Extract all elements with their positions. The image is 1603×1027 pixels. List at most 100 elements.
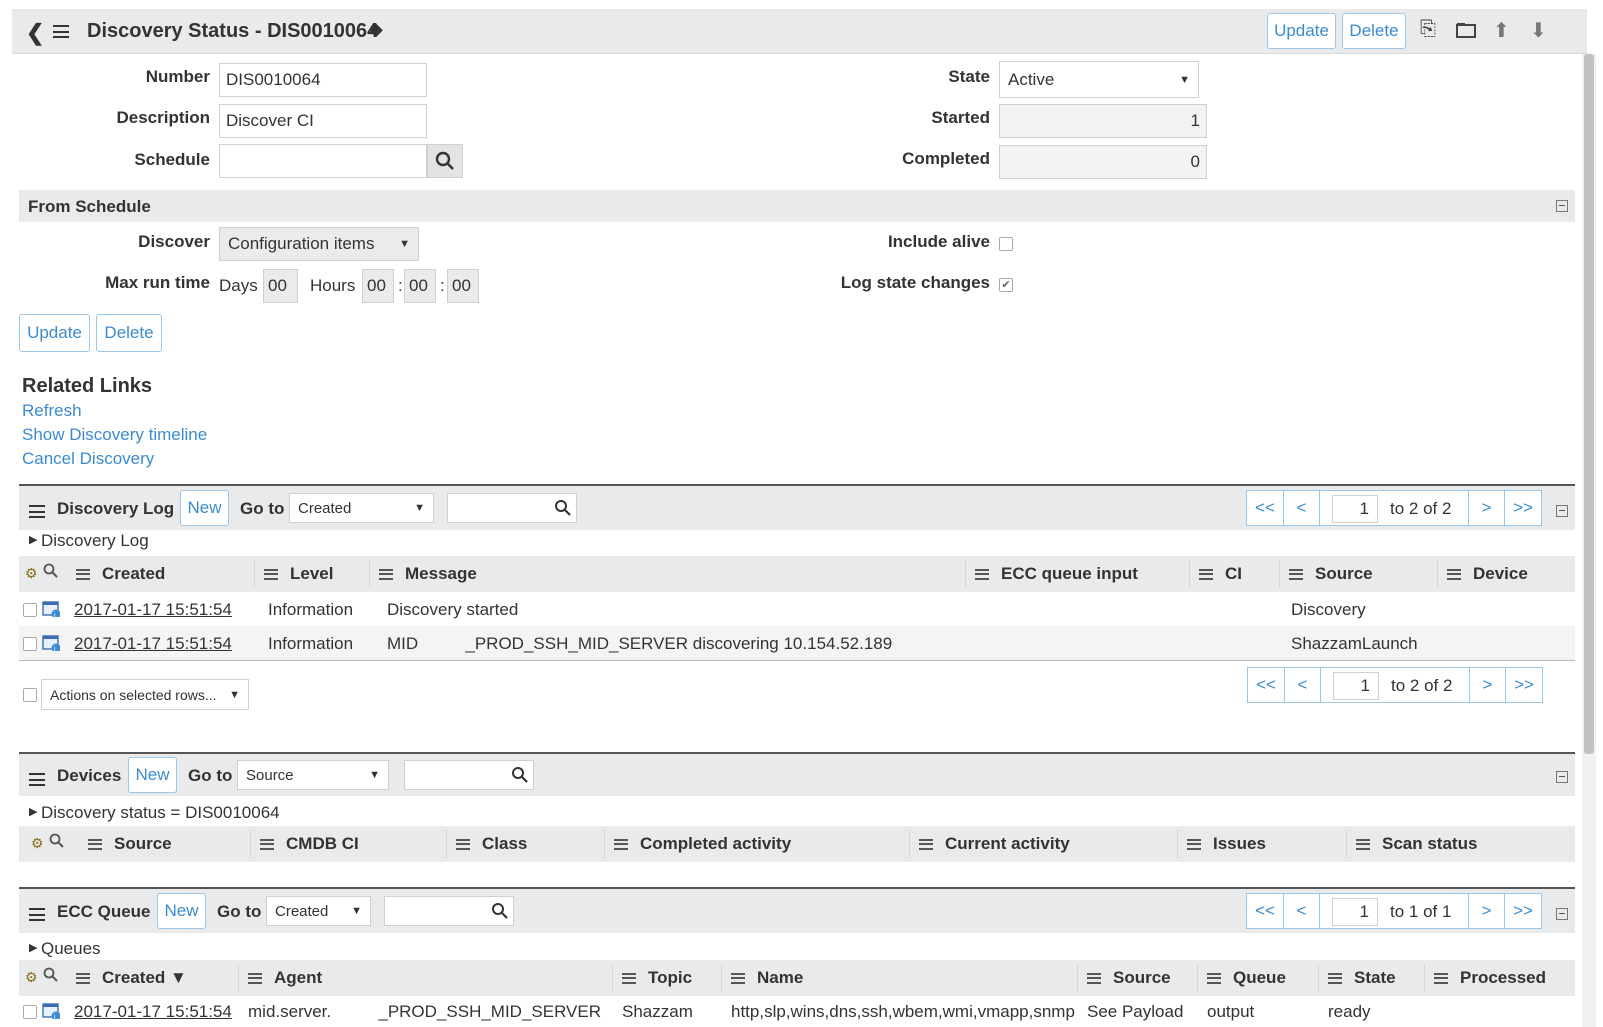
page-number-input[interactable]: 1 <box>1332 495 1378 523</box>
collapse-icon[interactable] <box>1556 908 1568 920</box>
column-header-ecc-queue-input[interactable]: ECC queue input <box>975 556 1138 592</box>
more-options-icon[interactable] <box>1456 22 1476 38</box>
list-menu-icon[interactable] <box>29 908 45 921</box>
column-header-queue[interactable]: Queue <box>1207 960 1286 996</box>
row-checkbox[interactable] <box>23 1005 37 1019</box>
seconds-field[interactable]: 00 <box>447 269 479 303</box>
created-link[interactable]: 2017-01-17 15:51:54 <box>74 634 232 654</box>
discovery-log-breadcrumb[interactable]: Discovery Log <box>41 531 149 551</box>
column-menu-icon[interactable] <box>88 838 102 850</box>
created-link[interactable]: 2017-01-17 15:51:54 <box>74 600 232 620</box>
column-header-scan-status[interactable]: Scan status <box>1356 826 1477 862</box>
column-menu-icon[interactable] <box>622 972 636 984</box>
show-discovery-timeline-link[interactable]: Show Discovery timeline <box>22 425 207 445</box>
column-header-source[interactable]: Source <box>88 826 172 862</box>
menu-icon[interactable] <box>53 25 69 38</box>
column-menu-icon[interactable] <box>379 568 393 580</box>
prev-page-button[interactable]: < <box>1284 667 1321 703</box>
column-menu-icon[interactable] <box>264 568 278 580</box>
search-icon[interactable] <box>511 766 529 784</box>
search-icon[interactable] <box>554 499 572 517</box>
column-menu-icon[interactable] <box>456 838 470 850</box>
goto-select[interactable]: Created ▼ <box>266 896 371 926</box>
created-link[interactable]: 2017-01-17 15:51:54 <box>74 1002 232 1022</box>
list-settings-icon[interactable]: ⚙ <box>31 835 44 852</box>
scrollbar-thumb[interactable] <box>1584 54 1594 754</box>
column-header-processed[interactable]: Processed <box>1434 960 1546 996</box>
last-page-button[interactable]: >> <box>1505 667 1543 703</box>
header-delete-button[interactable]: Delete <box>1342 13 1406 49</box>
log-state-changes-checkbox[interactable]: ✔ <box>999 278 1013 292</box>
column-header-cmdb-ci[interactable]: CMDB CI <box>260 826 359 862</box>
column-header-ci[interactable]: CI <box>1199 556 1242 592</box>
column-menu-icon[interactable] <box>1289 568 1303 580</box>
vertical-scrollbar[interactable] <box>1582 54 1596 1027</box>
select-all-checkbox[interactable] <box>23 688 37 702</box>
collapse-icon[interactable] <box>1556 200 1568 212</box>
column-header-source[interactable]: Source <box>1289 556 1373 592</box>
column-menu-icon[interactable] <box>975 568 989 580</box>
first-page-button[interactable]: << <box>1247 667 1285 703</box>
column-header-state[interactable]: State <box>1328 960 1396 996</box>
previous-record-icon[interactable]: ⬆ <box>1493 18 1510 43</box>
discover-select[interactable]: Configuration items ▼ <box>219 227 419 261</box>
next-page-button[interactable]: > <box>1468 490 1505 526</box>
discovery-log-search-input[interactable] <box>447 493 577 523</box>
list-settings-icon[interactable]: ⚙ <box>25 969 38 986</box>
search-icon[interactable] <box>49 833 65 849</box>
next-page-button[interactable]: > <box>1469 667 1506 703</box>
include-alive-checkbox[interactable] <box>999 237 1013 251</box>
goto-select[interactable]: Source ▼ <box>237 760 389 790</box>
cancel-discovery-link[interactable]: Cancel Discovery <box>22 449 154 469</box>
column-menu-icon[interactable] <box>76 568 90 580</box>
ecc-queue-new-button[interactable]: New <box>157 893 206 929</box>
prev-page-button[interactable]: < <box>1283 490 1320 526</box>
column-header-topic[interactable]: Topic <box>622 960 692 996</box>
column-header-source[interactable]: Source <box>1087 960 1171 996</box>
ecc-queue-breadcrumb[interactable]: Queues <box>41 939 101 959</box>
attachment-icon[interactable]: ⎘ <box>1420 18 1436 41</box>
column-header-message[interactable]: Message <box>379 556 477 592</box>
tag-icon[interactable]: ◆ <box>369 19 383 40</box>
search-icon[interactable] <box>43 967 59 983</box>
days-field[interactable]: 00 <box>263 269 298 303</box>
state-select[interactable]: Active ▼ <box>999 61 1199 98</box>
search-icon[interactable] <box>491 902 509 920</box>
column-menu-icon[interactable] <box>1447 568 1461 580</box>
list-menu-icon[interactable] <box>29 505 45 518</box>
column-header-completed-activity[interactable]: Completed activity <box>614 826 791 862</box>
record-preview-icon[interactable]: i <box>42 601 60 617</box>
row-checkbox[interactable] <box>23 603 37 617</box>
collapse-icon[interactable] <box>1556 771 1568 783</box>
column-menu-icon[interactable] <box>248 972 262 984</box>
page-number-input[interactable]: 1 <box>1333 672 1379 700</box>
column-menu-icon[interactable] <box>731 972 745 984</box>
prev-page-button[interactable]: < <box>1283 893 1320 929</box>
record-preview-icon[interactable]: i <box>42 1003 60 1019</box>
column-menu-icon[interactable] <box>1207 972 1221 984</box>
column-menu-icon[interactable] <box>76 972 90 984</box>
column-menu-icon[interactable] <box>919 838 933 850</box>
form-update-button[interactable]: Update <box>19 314 90 352</box>
column-menu-icon[interactable] <box>614 838 628 850</box>
actions-on-selected-rows-select[interactable]: Actions on selected rows... ▼ <box>41 679 249 710</box>
column-header-class[interactable]: Class <box>456 826 527 862</box>
number-field[interactable]: DIS0010064 <box>219 63 427 97</box>
collapse-icon[interactable] <box>1556 505 1568 517</box>
schedule-field[interactable] <box>219 144 427 178</box>
row-checkbox[interactable] <box>23 637 37 651</box>
last-page-button[interactable]: >> <box>1504 893 1542 929</box>
schedule-lookup-button[interactable] <box>427 144 463 178</box>
discovery-log-new-button[interactable]: New <box>180 490 229 526</box>
devices-new-button[interactable]: New <box>128 757 177 793</box>
record-preview-icon[interactable]: i <box>42 635 60 651</box>
column-header-issues[interactable]: Issues <box>1187 826 1266 862</box>
page-number-input[interactable]: 1 <box>1332 898 1378 926</box>
column-header-agent[interactable]: Agent <box>248 960 322 996</box>
column-header-current-activity[interactable]: Current activity <box>919 826 1070 862</box>
column-menu-icon[interactable] <box>1434 972 1448 984</box>
column-header-level[interactable]: Level <box>264 556 333 592</box>
list-menu-icon[interactable] <box>29 773 45 786</box>
next-record-icon[interactable]: ⬇ <box>1530 18 1547 43</box>
column-menu-icon[interactable] <box>1087 972 1101 984</box>
